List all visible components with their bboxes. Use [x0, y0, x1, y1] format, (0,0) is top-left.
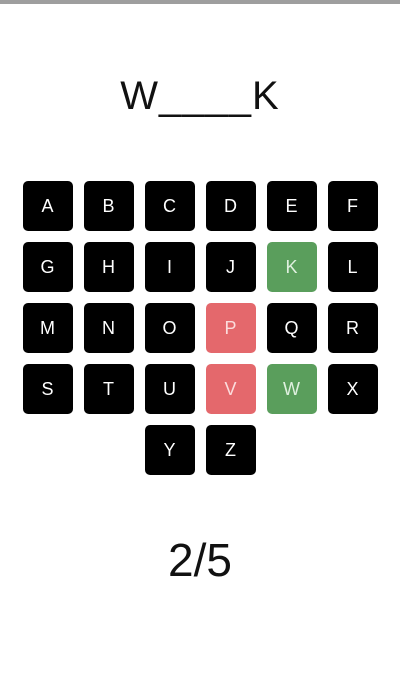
- key-p[interactable]: P: [205, 303, 256, 353]
- key-m[interactable]: M: [22, 303, 73, 353]
- key-s[interactable]: S: [22, 364, 73, 414]
- key-l[interactable]: L: [327, 242, 378, 292]
- key-u[interactable]: U: [144, 364, 195, 414]
- key-t[interactable]: T: [83, 364, 134, 414]
- key-k[interactable]: K: [266, 242, 317, 292]
- key-y[interactable]: Y: [144, 425, 195, 475]
- keyboard-row: G H I J K L: [0, 242, 400, 292]
- key-i[interactable]: I: [144, 242, 195, 292]
- word-puzzle-display: W____K: [120, 74, 280, 118]
- keyboard-row: M N O P Q R: [0, 303, 400, 353]
- key-e[interactable]: E: [266, 181, 317, 231]
- key-b[interactable]: B: [83, 181, 134, 231]
- guess-counter: 2/5: [168, 534, 232, 586]
- key-v[interactable]: V: [205, 364, 256, 414]
- key-g[interactable]: G: [22, 242, 73, 292]
- key-x[interactable]: X: [327, 364, 378, 414]
- key-o[interactable]: O: [144, 303, 195, 353]
- key-j[interactable]: J: [205, 242, 256, 292]
- key-z[interactable]: Z: [205, 425, 256, 475]
- top-status-bar: [0, 0, 400, 4]
- key-a[interactable]: A: [22, 181, 73, 231]
- key-w[interactable]: W: [266, 364, 317, 414]
- key-d[interactable]: D: [205, 181, 256, 231]
- keyboard-row: S T U V W X: [0, 364, 400, 414]
- key-f[interactable]: F: [327, 181, 378, 231]
- key-n[interactable]: N: [83, 303, 134, 353]
- key-r[interactable]: R: [327, 303, 378, 353]
- letter-keyboard: A B C D E F G H I J K L M N O P Q R S T …: [0, 181, 400, 486]
- keyboard-row: Y Z: [0, 425, 400, 475]
- key-h[interactable]: H: [83, 242, 134, 292]
- keyboard-row: A B C D E F: [0, 181, 400, 231]
- key-c[interactable]: C: [144, 181, 195, 231]
- key-q[interactable]: Q: [266, 303, 317, 353]
